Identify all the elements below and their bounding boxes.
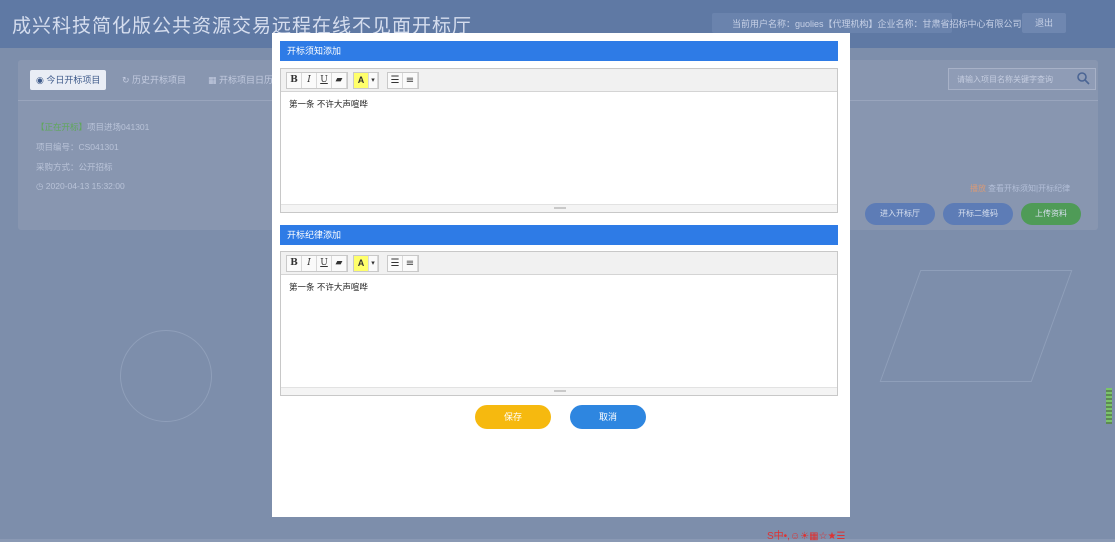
notice-editor: B I U ▰ A ▾ ☰ ≡ 第一条 不许大声喧哗 bbox=[280, 68, 838, 213]
user-info: 当前用户名称：guolies【代理机构】企业名称：甘肃省招标中心有限公司 bbox=[732, 19, 1022, 29]
notice-section-header: 开标须知添加 bbox=[280, 41, 838, 61]
clock-icon: ◷ bbox=[36, 181, 46, 191]
decorative-circle bbox=[120, 330, 212, 422]
project-time: ◷ 2020-04-13 15:32:00 bbox=[36, 181, 125, 191]
project-method: 采购方式：公开招标 bbox=[36, 162, 113, 172]
logout-button[interactable]: 退出 bbox=[1022, 13, 1066, 33]
unordered-list-icon[interactable]: ☰ bbox=[388, 256, 403, 271]
discipline-editor-toolbar: B I U ▰ A ▾ ☰ ≡ bbox=[281, 252, 837, 275]
notice-editor-toolbar: B I U ▰ A ▾ ☰ ≡ bbox=[281, 69, 837, 92]
tab-today[interactable]: ◉ 今日开标项目 bbox=[30, 70, 107, 90]
highlight-button-group: A ▾ bbox=[353, 72, 379, 89]
highlight-button[interactable]: A bbox=[354, 73, 369, 88]
notice-resize-handle[interactable] bbox=[281, 204, 837, 212]
unordered-list-icon[interactable]: ☰ bbox=[388, 73, 403, 88]
upload-button[interactable]: 上传资料 bbox=[1021, 203, 1081, 225]
highlight-button[interactable]: A bbox=[354, 256, 369, 271]
cancel-button[interactable]: 取消 bbox=[570, 405, 646, 429]
qrcode-button[interactable]: 开标二维码 bbox=[943, 203, 1013, 225]
list-button-group: ☰ ≡ bbox=[387, 255, 419, 272]
notice-editor-content[interactable]: 第一条 不许大声喧哗 bbox=[281, 92, 837, 116]
eraser-icon[interactable]: ▰ bbox=[332, 256, 347, 271]
bold-button[interactable]: B bbox=[287, 73, 302, 88]
format-button-group: B I U ▰ bbox=[286, 72, 348, 89]
calendar-icon: ▦ bbox=[208, 75, 220, 85]
user-circle-icon: ◉ bbox=[36, 75, 47, 85]
play-link[interactable]: 播放 bbox=[970, 183, 986, 194]
highlight-dropdown-icon[interactable]: ▾ bbox=[369, 256, 378, 271]
underline-button[interactable]: U bbox=[317, 256, 332, 271]
eraser-icon[interactable]: ▰ bbox=[332, 73, 347, 88]
format-button-group: B I U ▰ bbox=[286, 255, 348, 272]
side-scroll-indicator bbox=[1106, 388, 1112, 424]
status-badge: 【正在开标】 bbox=[36, 122, 88, 132]
discipline-section-header: 开标纪律添加 bbox=[280, 225, 838, 245]
ordered-list-icon[interactable]: ≡ bbox=[403, 256, 418, 271]
underline-button[interactable]: U bbox=[317, 73, 332, 88]
search-icon[interactable] bbox=[1076, 71, 1090, 85]
discipline-resize-handle[interactable] bbox=[281, 387, 837, 395]
highlight-button-group: A ▾ bbox=[353, 255, 379, 272]
italic-button[interactable]: I bbox=[302, 73, 317, 88]
ordered-list-icon[interactable]: ≡ bbox=[403, 73, 418, 88]
bold-button[interactable]: B bbox=[287, 256, 302, 271]
project-title: 【正在开标】项目进场041301 bbox=[36, 122, 150, 132]
list-button-group: ☰ ≡ bbox=[387, 72, 419, 89]
highlight-dropdown-icon[interactable]: ▾ bbox=[369, 73, 378, 88]
project-code: 项目编号：CS041301 bbox=[36, 142, 119, 152]
search-input[interactable]: 请输入项目名称关键字查询 bbox=[948, 68, 1096, 90]
discipline-editor-content[interactable]: 第一条 不许大声喧哗 bbox=[281, 275, 837, 299]
add-notice-modal: 开标须知添加 B I U ▰ A ▾ ☰ ≡ 第一条 不许大声喧哗 开标纪律添加 bbox=[272, 33, 850, 517]
ime-toolbar: S中•,☺☀▦☆★☰ bbox=[767, 531, 846, 542]
italic-button[interactable]: I bbox=[302, 256, 317, 271]
history-icon: ↻ bbox=[122, 75, 133, 85]
tab-calendar[interactable]: ▦ 开标项目日历 bbox=[208, 70, 273, 90]
decorative-laptop bbox=[879, 270, 1073, 382]
save-button[interactable]: 保存 bbox=[475, 405, 551, 429]
tab-history[interactable]: ↻ 历史开标项目 bbox=[122, 70, 186, 90]
enter-hall-button[interactable]: 进入开标厅 bbox=[865, 203, 935, 225]
notice-link[interactable]: 查看开标须知|开标纪律 bbox=[988, 183, 1070, 194]
discipline-editor: B I U ▰ A ▾ ☰ ≡ 第一条 不许大声喧哗 bbox=[280, 251, 838, 396]
